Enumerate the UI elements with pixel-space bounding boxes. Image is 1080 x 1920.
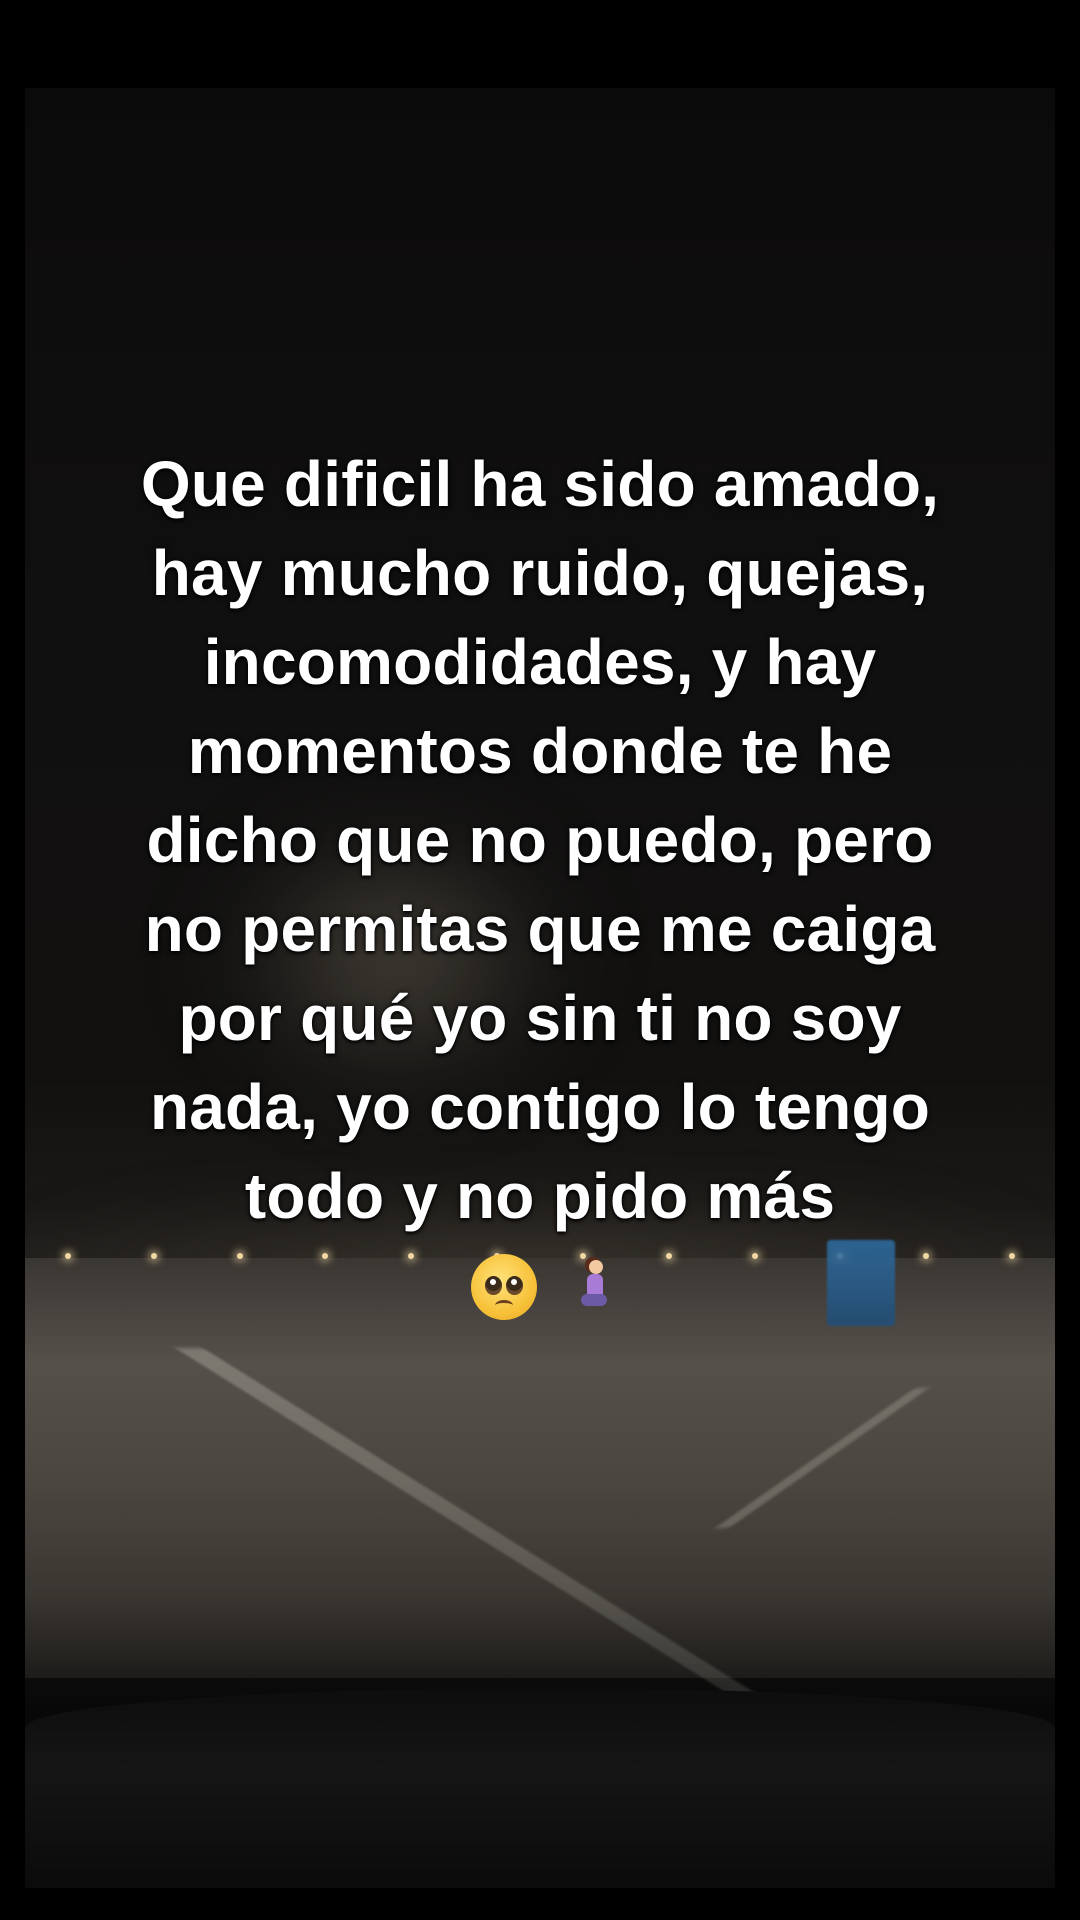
person-head bbox=[589, 1260, 604, 1275]
car-dashboard bbox=[25, 1688, 1055, 1888]
person-body bbox=[587, 1274, 604, 1297]
mouth bbox=[494, 1300, 513, 1311]
person-legs bbox=[581, 1294, 608, 1307]
caption-text: Que dificil ha sido amado, hay mucho rui… bbox=[140, 448, 940, 1232]
kneeling-woman-emoji-icon bbox=[579, 1258, 609, 1316]
road bbox=[25, 1258, 1055, 1678]
screen-frame: Que dificil ha sido amado, hay mucho rui… bbox=[0, 0, 1080, 1920]
eye-left bbox=[484, 1276, 502, 1296]
emoji-row bbox=[0, 1248, 1080, 1321]
eye-right bbox=[505, 1276, 523, 1296]
pleading-face-emoji-icon bbox=[470, 1254, 537, 1321]
